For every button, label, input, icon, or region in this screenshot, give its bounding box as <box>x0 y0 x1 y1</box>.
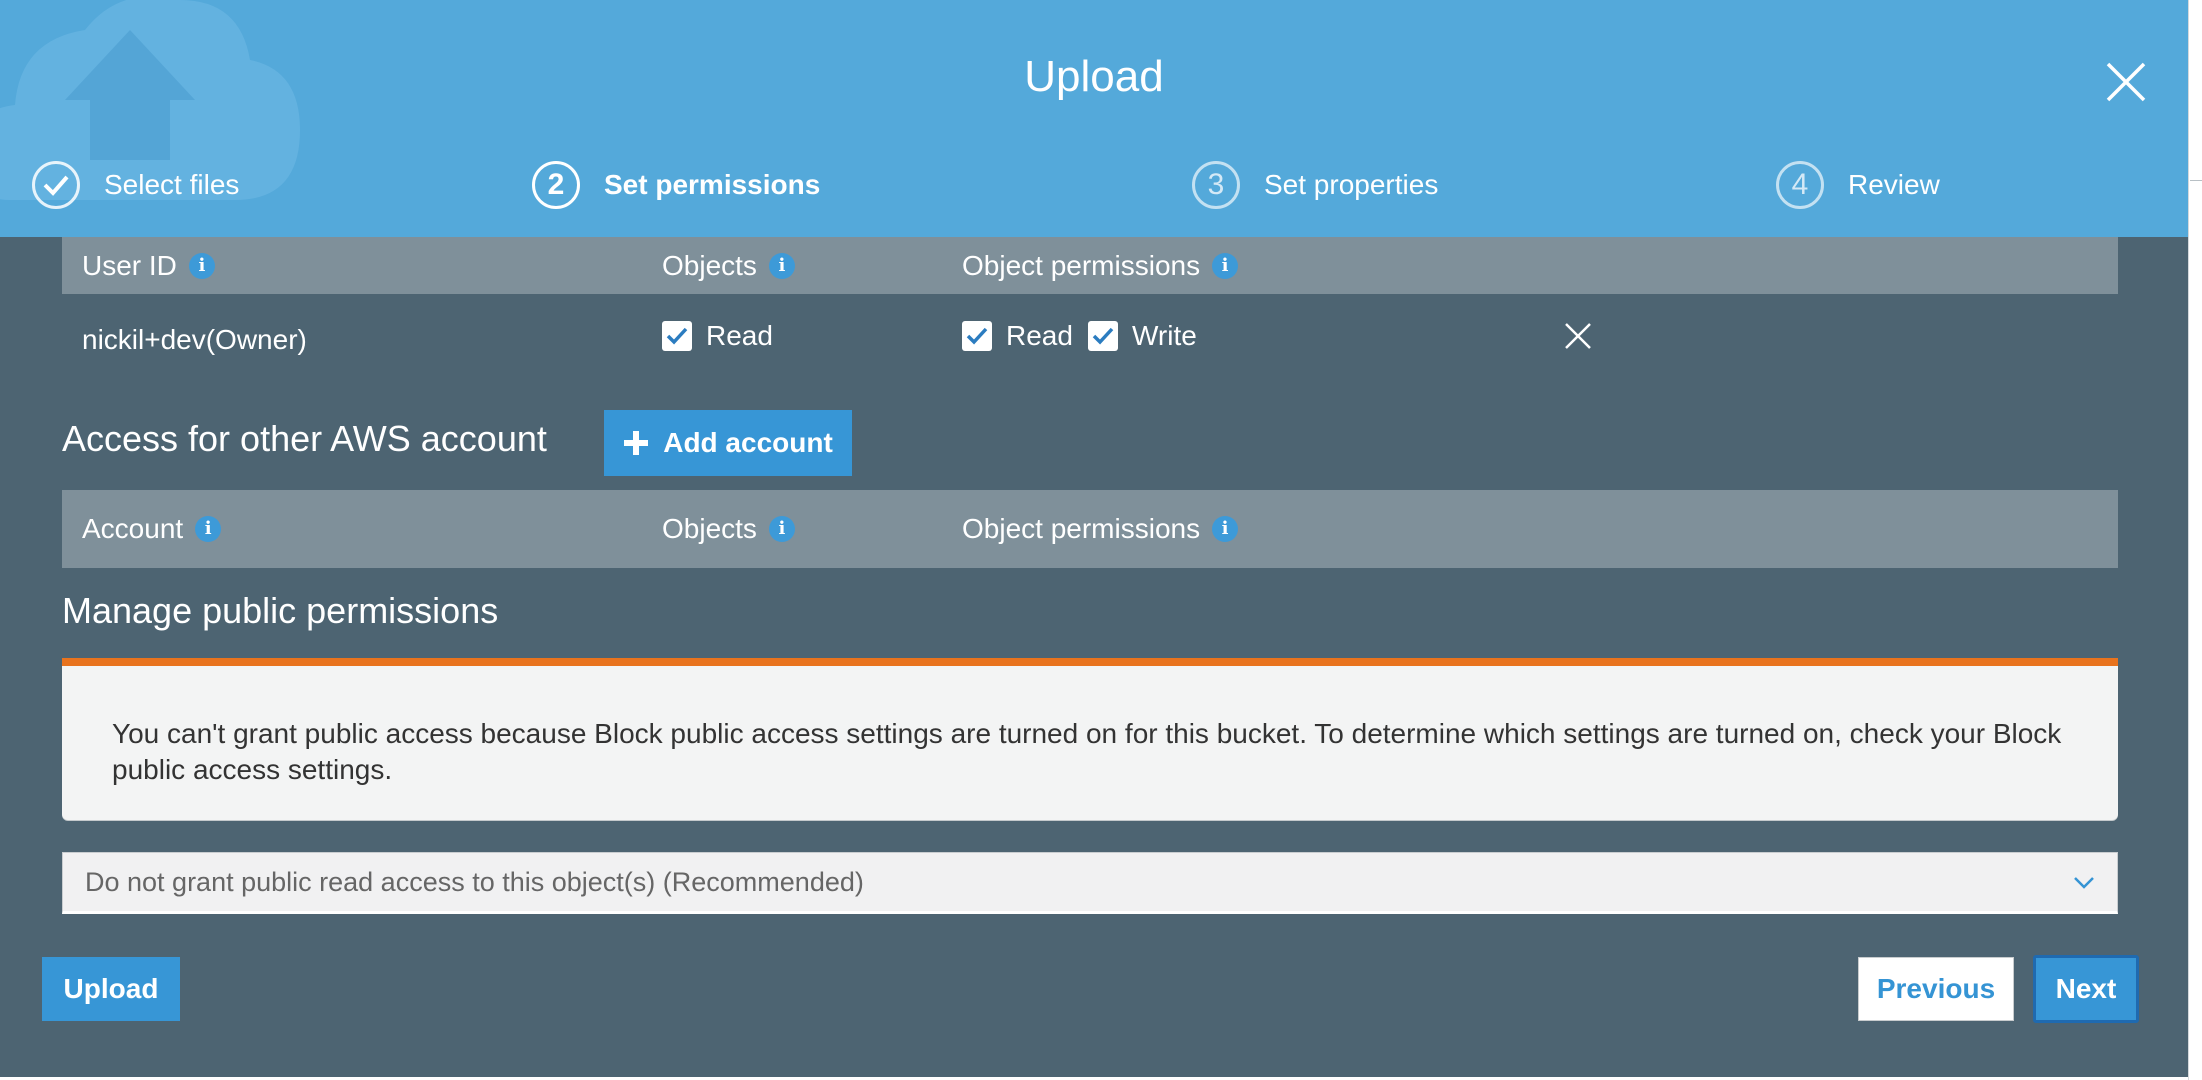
select-value: Do not grant public read access to this … <box>85 866 864 897</box>
public-access-select[interactable]: Do not grant public read access to this … <box>62 852 2118 914</box>
other-accounts-table-header: Account i Objects i Object permissions i <box>62 490 2118 568</box>
public-permissions-title: Manage public permissions <box>62 590 499 631</box>
check-circle-icon <box>32 161 80 209</box>
upload-modal: Upload Select files 2 Set permissions 3 … <box>0 0 2188 1077</box>
checkbox-label: Write <box>1132 320 1197 351</box>
checkbox-label: Read <box>706 320 773 351</box>
header-label: Account <box>82 513 184 544</box>
checkbox-label: Read <box>1006 320 1073 351</box>
header-object-permissions: Object permissions i <box>962 237 1239 294</box>
step-number: 2 <box>532 161 580 209</box>
step-number: 4 <box>1776 161 1824 209</box>
info-icon[interactable]: i <box>1212 516 1239 542</box>
chevron-down-icon <box>2074 877 2094 889</box>
objects-read-checkbox[interactable]: Read <box>662 312 773 360</box>
step-label: Review <box>1848 169 1940 200</box>
step-label: Set properties <box>1264 169 1439 200</box>
info-icon[interactable]: i <box>1212 252 1239 279</box>
permissions-write-checkbox[interactable]: Write <box>1088 312 1197 360</box>
step-number: 3 <box>1192 161 1240 209</box>
divider <box>2190 180 2202 181</box>
info-icon[interactable]: i <box>188 252 215 279</box>
step-label: Set permissions <box>604 169 821 200</box>
step-set-permissions[interactable]: 2 Set permissions <box>532 158 820 212</box>
upload-button[interactable]: Upload <box>42 957 180 1021</box>
header-user-id: User ID i <box>82 237 215 294</box>
info-icon[interactable]: i <box>768 516 795 542</box>
check-icon[interactable] <box>962 321 992 351</box>
header-label: Object permissions <box>962 513 1201 544</box>
other-accounts-title: Access for other AWS account <box>62 418 547 459</box>
header-label: User ID <box>82 249 177 281</box>
modal-title: Upload <box>1024 52 1164 101</box>
remove-icon[interactable] <box>1564 322 1592 350</box>
header-label: Objects <box>662 513 757 544</box>
permissions-read-checkbox[interactable]: Read <box>962 312 1073 360</box>
step-set-properties[interactable]: 3 Set properties <box>1192 158 1438 212</box>
add-account-label: Add account <box>663 427 833 458</box>
owner-user-id: nickil+dev(Owner) <box>82 324 307 355</box>
alert-text: You can't grant public access because Bl… <box>112 718 2062 785</box>
check-icon[interactable] <box>1088 321 1118 351</box>
step-select-files[interactable]: Select files <box>32 158 239 212</box>
block-public-access-alert: You can't grant public access because Bl… <box>62 658 2118 820</box>
table-row: nickil+dev(Owner) Read Read Write <box>62 302 2118 372</box>
step-review[interactable]: 4 Review <box>1776 158 1940 212</box>
header-objects: Objects i <box>662 237 795 294</box>
owner-table-header: User ID i Objects i Object permissions i <box>62 237 2118 294</box>
close-icon[interactable] <box>2104 60 2148 104</box>
modal-header: Upload Select files 2 Set permissions 3 … <box>0 0 2188 237</box>
plus-icon <box>624 431 649 455</box>
info-icon[interactable]: i <box>768 252 795 279</box>
check-icon[interactable] <box>662 321 692 351</box>
header-label: Objects <box>662 249 757 281</box>
info-icon[interactable]: i <box>195 516 222 542</box>
page-background-edge <box>2188 0 2202 1080</box>
previous-button[interactable]: Previous <box>1858 957 2014 1021</box>
header-account: Account i <box>82 490 222 568</box>
step-label: Select files <box>104 169 240 200</box>
cloud-upload-background-icon <box>0 0 300 200</box>
next-button[interactable]: Next <box>2033 955 2139 1023</box>
header-label: Object permissions <box>962 249 1201 281</box>
header-objects: Objects i <box>662 490 795 568</box>
add-account-button[interactable]: Add account <box>604 410 852 476</box>
header-object-permissions: Object permissions i <box>962 490 1239 568</box>
